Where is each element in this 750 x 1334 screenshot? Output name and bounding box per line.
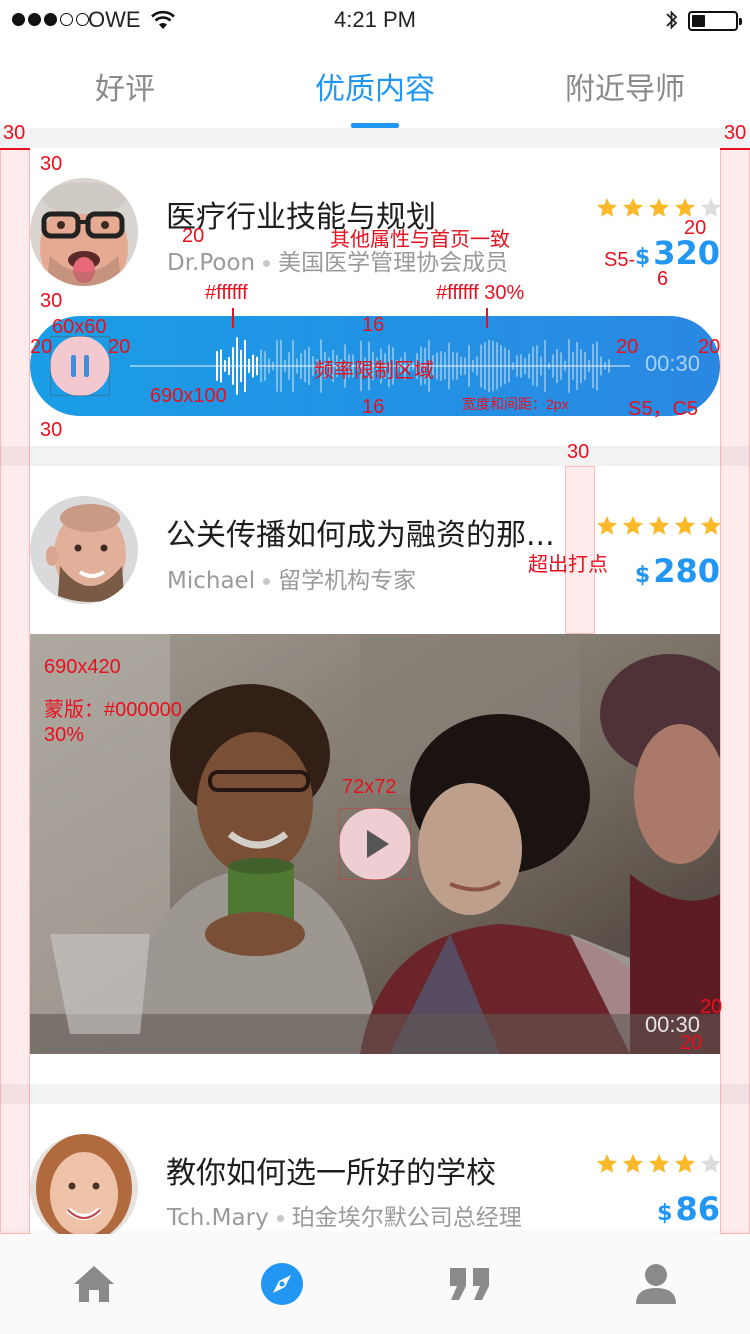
annotation: 30 xyxy=(40,419,63,441)
card-author-meta: Michael 留学机构专家 xyxy=(167,561,416,595)
author-name: Michael xyxy=(167,568,256,594)
ellipsis-guide xyxy=(565,466,595,634)
card-title[interactable]: 医疗行业技能与规划 xyxy=(166,192,561,236)
card-author-meta: Dr.Poon 美国医学管理协会成员 xyxy=(167,243,508,277)
author-name: Tch.Mary xyxy=(167,1205,269,1231)
quote-icon xyxy=(450,1268,489,1300)
star-filled-icon xyxy=(623,1154,643,1173)
star-filled-icon xyxy=(649,516,669,535)
video-player[interactable]: 00:30 xyxy=(30,634,720,1054)
card-author-meta: Tch.Mary 珀金埃尔默公司总经理 xyxy=(167,1198,522,1232)
author-role: 美国医学管理协会成员 xyxy=(278,250,509,276)
section-divider xyxy=(0,1084,750,1104)
avatar[interactable] xyxy=(30,496,138,604)
nav-quotes[interactable] xyxy=(446,1260,494,1308)
author-photo xyxy=(30,496,138,604)
annotation: #ffffff 30% xyxy=(436,282,525,304)
user-icon xyxy=(636,1264,676,1304)
star-filled-icon xyxy=(597,198,617,217)
price-label: $86 xyxy=(657,1190,720,1228)
star-filled-icon xyxy=(675,1154,695,1173)
author-role: 留学机构专家 xyxy=(278,568,417,594)
rating-stars xyxy=(596,197,722,219)
star-filled-icon xyxy=(675,516,695,535)
audio-duration: 00:30 xyxy=(644,351,700,376)
margin-guide-left xyxy=(0,148,30,1234)
price-label: $320 xyxy=(634,234,720,272)
star-filled-icon xyxy=(597,516,617,535)
status-bar: OWE 4:21 PM xyxy=(0,0,750,40)
annotation: 30 xyxy=(40,153,63,175)
bluetooth-icon xyxy=(664,8,680,36)
avatar[interactable] xyxy=(30,178,138,286)
price-label: $280 xyxy=(634,552,720,590)
author-photo xyxy=(30,178,138,286)
card-title[interactable]: 教你如何选一所好的学校 xyxy=(166,1148,561,1192)
card-title[interactable]: 公关传播如何成为融资的那... xyxy=(166,510,561,554)
audio-waveform[interactable] xyxy=(130,334,630,398)
status-time: 4:21 PM xyxy=(334,7,416,32)
bottom-nav xyxy=(0,1234,750,1334)
section-divider xyxy=(0,128,750,148)
star-empty-icon xyxy=(701,1154,721,1173)
star-empty-icon xyxy=(701,198,721,217)
star-filled-icon xyxy=(623,198,643,217)
pause-button[interactable] xyxy=(50,336,110,396)
star-filled-icon xyxy=(675,198,695,217)
nav-profile[interactable] xyxy=(632,1260,680,1308)
rating-stars xyxy=(596,515,722,537)
annotation: S5- xyxy=(604,249,636,271)
star-filled-icon xyxy=(649,1154,669,1173)
margin-guide-right xyxy=(720,148,750,1234)
author-name: Dr.Poon xyxy=(167,250,256,276)
audio-player[interactable]: 00:30 xyxy=(30,316,720,416)
section-divider xyxy=(0,446,750,466)
author-role: 珀金埃尔默公司总经理 xyxy=(291,1205,522,1231)
video-duration: 00:30 xyxy=(644,1012,700,1037)
nav-home[interactable] xyxy=(70,1260,118,1308)
annotation: #ffffff xyxy=(205,282,248,304)
annotation: 30 xyxy=(40,290,63,312)
battery-icon xyxy=(688,11,742,31)
compass-icon xyxy=(261,1263,303,1305)
avatar[interactable] xyxy=(30,1134,138,1242)
home-icon xyxy=(74,1266,114,1302)
author-photo xyxy=(30,1134,138,1242)
star-filled-icon xyxy=(597,1154,617,1173)
star-filled-icon xyxy=(701,516,721,535)
star-filled-icon xyxy=(623,516,643,535)
play-button[interactable] xyxy=(339,808,411,880)
tab-bar: 好评 优质内容 附近导师 xyxy=(0,50,750,128)
tab-quality-content[interactable]: 优质内容 xyxy=(250,64,500,108)
nav-discover[interactable] xyxy=(258,1260,306,1308)
tab-good-reviews[interactable]: 好评 xyxy=(0,64,250,108)
rating-stars xyxy=(596,1153,722,1175)
tab-nearby-mentors[interactable]: 附近导师 xyxy=(500,64,750,108)
star-filled-icon xyxy=(649,198,669,217)
